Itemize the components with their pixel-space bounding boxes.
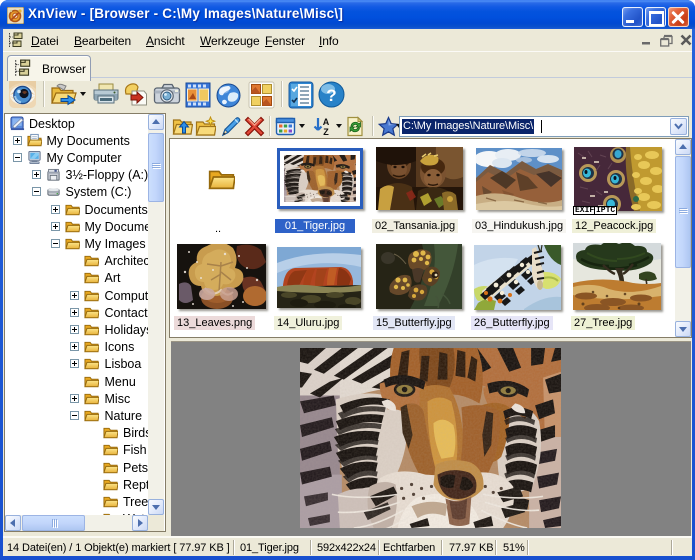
svg-text:A: A (323, 117, 330, 127)
svg-text:Z: Z (323, 127, 329, 137)
svg-text:?: ? (326, 86, 336, 105)
